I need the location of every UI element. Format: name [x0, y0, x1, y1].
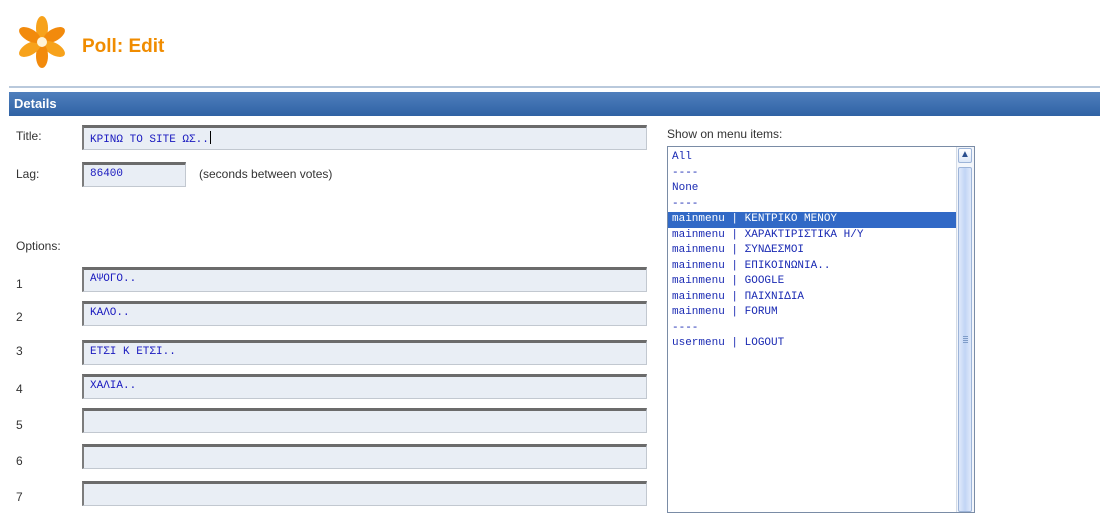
- title-field-value: ΚΡΙΝΩ ΤΟ SITE ΩΣ..: [90, 134, 209, 146]
- menu-item-option[interactable]: mainmenu | GOOGLE: [668, 274, 958, 290]
- title-label: Title:: [16, 129, 42, 143]
- option-field-5[interactable]: [82, 408, 647, 433]
- menu-items-list: All ---- None ---- mainmenu | ΚΕΝΤΡΙΚΟ ΜΕΝΟΥ…: [668, 150, 958, 352]
- menu-item-option[interactable]: mainmenu | ΠΑΙΧΝΙΔΙΑ: [668, 290, 958, 306]
- option-field-6[interactable]: [82, 444, 647, 469]
- text-caret: [209, 131, 211, 144]
- orange-flower-logo-icon: [19, 16, 65, 68]
- lag-label: Lag:: [16, 167, 40, 181]
- menu-item-option[interactable]: All: [668, 150, 958, 166]
- option-number: 5: [16, 418, 23, 432]
- lag-hint: (seconds between votes): [199, 167, 333, 181]
- header-divider: [9, 86, 1100, 88]
- menu-item-option[interactable]: None: [668, 181, 958, 197]
- menu-item-option[interactable]: ----: [668, 321, 958, 337]
- option-number: 3: [16, 344, 23, 358]
- option-field-2[interactable]: ΚΑΛΟ..: [82, 301, 647, 326]
- option-field-7[interactable]: [82, 481, 647, 506]
- page-title: Poll: Edit: [82, 36, 165, 57]
- section-header-details: Details: [9, 92, 1100, 116]
- menu-items-select[interactable]: All ---- None ---- mainmenu | ΚΕΝΤΡΙΚΟ ΜΕΝΟΥ…: [667, 146, 975, 513]
- option-number: 7: [16, 490, 23, 504]
- menu-item-option[interactable]: mainmenu | ΚΕΝΤΡΙΚΟ ΜΕΝΟΥ: [668, 212, 958, 228]
- option-field-4[interactable]: ΧΑΛΙΑ..: [82, 374, 647, 399]
- menu-item-option[interactable]: mainmenu | ΣΥΝΔΕΣΜΟΙ: [668, 243, 958, 259]
- menu-item-option[interactable]: mainmenu | ΧΑΡΑΚΤΙΡΙΣΤΙΚΑ Η/Υ: [668, 228, 958, 244]
- menu-item-option[interactable]: ----: [668, 166, 958, 182]
- chevron-up-icon[interactable]: ▲: [958, 148, 972, 163]
- page-header: Poll: Edit: [0, 0, 1100, 87]
- lag-field[interactable]: 86400: [82, 162, 186, 187]
- scrollbar-thumb[interactable]: [958, 167, 972, 512]
- menu-item-option[interactable]: ----: [668, 197, 958, 213]
- options-label: Options:: [16, 239, 61, 253]
- menu-item-option[interactable]: mainmenu | FORUM: [668, 305, 958, 321]
- option-field-1[interactable]: ΑΨΟΓΟ..: [82, 267, 647, 292]
- option-number: 2: [16, 310, 23, 324]
- option-number: 6: [16, 454, 23, 468]
- grip-icon: [963, 336, 968, 343]
- menu-item-option[interactable]: usermenu | LOGOUT: [668, 336, 958, 352]
- details-panel: Title: ΚΡΙΝΩ ΤΟ SITE ΩΣ.. Lag: 86400 (se…: [9, 116, 1100, 513]
- option-number: 4: [16, 382, 23, 396]
- option-field-3[interactable]: ΕΤΣΙ Κ ΕΤΣΙ..: [82, 340, 647, 365]
- title-field[interactable]: ΚΡΙΝΩ ΤΟ SITE ΩΣ..: [82, 125, 647, 150]
- menu-item-option[interactable]: mainmenu | ΕΠΙΚΟΙΝΩΝΙΑ..: [668, 259, 958, 275]
- menu-items-label: Show on menu items:: [667, 127, 783, 141]
- option-number: 1: [16, 277, 23, 291]
- vertical-scrollbar[interactable]: ▲: [956, 147, 974, 512]
